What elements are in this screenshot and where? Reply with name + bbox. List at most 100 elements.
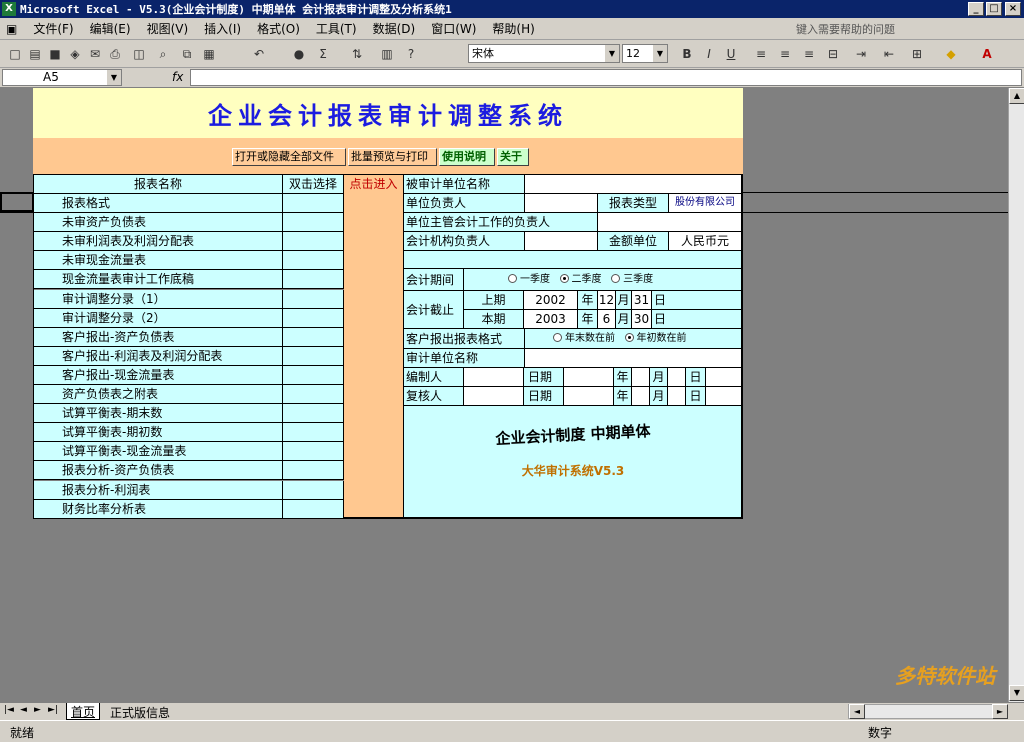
- report-item[interactable]: 客户报出-利润表及利润分配表: [34, 347, 283, 366]
- scroll-left-icon[interactable]: ◄: [849, 704, 865, 719]
- rev-month-input[interactable]: [632, 387, 650, 406]
- radio-selected-icon[interactable]: [559, 274, 569, 283]
- unit-head-input[interactable]: [525, 194, 598, 213]
- preparer-input[interactable]: [464, 368, 524, 387]
- paste-icon[interactable]: ▦: [200, 45, 218, 63]
- report-select-cell[interactable]: [283, 500, 344, 519]
- radio-icon[interactable]: [611, 274, 621, 283]
- function-icon[interactable]: fx: [172, 70, 183, 84]
- maximize-button[interactable]: □: [986, 2, 1002, 16]
- report-select-cell[interactable]: [283, 423, 344, 442]
- menu-insert[interactable]: 插入(I): [196, 20, 249, 37]
- italic-button[interactable]: I: [700, 45, 718, 63]
- report-item[interactable]: 客户报出-资产负债表: [34, 328, 283, 347]
- acct-head-input[interactable]: [525, 232, 598, 251]
- report-item[interactable]: 审计调整分录（2）: [34, 309, 283, 328]
- font-name-select[interactable]: 宋体 ▼: [468, 44, 620, 63]
- report-item[interactable]: 试算平衡表-现金流量表: [34, 442, 283, 461]
- cur-year[interactable]: 2003: [524, 310, 578, 329]
- report-select-cell[interactable]: [283, 194, 344, 213]
- email-icon[interactable]: ✉: [86, 45, 104, 63]
- horizontal-scrollbar[interactable]: ◄ ►: [848, 704, 1008, 719]
- chevron-down-icon[interactable]: ▼: [653, 45, 667, 62]
- tab-official-info[interactable]: 正式版信息: [106, 704, 174, 721]
- report-select-cell[interactable]: [283, 328, 344, 347]
- menu-data[interactable]: 数据(D): [365, 20, 424, 37]
- radio-selected-icon[interactable]: [624, 333, 634, 342]
- active-cell[interactable]: [0, 192, 34, 212]
- close-button[interactable]: ×: [1005, 2, 1021, 16]
- align-right-icon[interactable]: ≡: [800, 45, 818, 63]
- prep-month-input[interactable]: [632, 368, 650, 387]
- report-select-cell[interactable]: [283, 481, 344, 500]
- save-icon[interactable]: ■: [46, 45, 64, 63]
- font-size-select[interactable]: 12 ▼: [622, 44, 668, 63]
- header-click-enter[interactable]: 点击进入: [344, 175, 404, 518]
- tab-home[interactable]: 首页: [66, 703, 101, 720]
- report-select-cell[interactable]: [283, 251, 344, 270]
- report-item[interactable]: 报表分析-利润表: [34, 481, 283, 500]
- chevron-down-icon[interactable]: ▼: [107, 70, 121, 85]
- excel-app-icon[interactable]: X: [2, 2, 16, 16]
- radio-q2[interactable]: 二季度: [559, 274, 602, 285]
- chevron-down-icon[interactable]: ▼: [605, 45, 619, 62]
- radio-q1[interactable]: 一季度: [508, 274, 550, 285]
- scroll-down-icon[interactable]: ▼: [1009, 685, 1024, 701]
- help-search-input[interactable]: 键入需要帮助的问题: [796, 21, 966, 37]
- underline-button[interactable]: U: [722, 45, 740, 63]
- print-preview-icon[interactable]: ◫: [130, 45, 148, 63]
- report-select-cell[interactable]: [283, 347, 344, 366]
- tab-first-icon[interactable]: |◄: [4, 705, 14, 715]
- menu-format[interactable]: 格式(O): [249, 20, 308, 37]
- report-item[interactable]: 报表分析-资产负债表: [34, 461, 283, 480]
- outdent-icon[interactable]: ⇤: [880, 45, 898, 63]
- undo-icon[interactable]: ↶: [250, 45, 268, 63]
- new-icon[interactable]: □: [6, 45, 24, 63]
- menu-tools[interactable]: 工具(T): [308, 20, 365, 37]
- radio-q3[interactable]: 三季度: [611, 274, 653, 285]
- report-select-cell[interactable]: [283, 290, 344, 309]
- report-select-cell[interactable]: [283, 404, 344, 423]
- report-select-cell[interactable]: [283, 213, 344, 232]
- audited-unit-input[interactable]: [525, 175, 742, 194]
- report-select-cell[interactable]: [283, 232, 344, 251]
- vertical-scrollbar[interactable]: ▲ ▼: [1008, 88, 1024, 702]
- auditor-unit-input[interactable]: [525, 349, 742, 368]
- supervisor-input[interactable]: [598, 213, 742, 232]
- report-select-cell[interactable]: [283, 270, 344, 289]
- align-center-icon[interactable]: ≡: [776, 45, 794, 63]
- report-item[interactable]: 客户报出-现金流量表: [34, 366, 283, 385]
- sort-icon[interactable]: ⇅: [348, 45, 366, 63]
- radio-icon[interactable]: [508, 274, 517, 283]
- radio-fmt2[interactable]: 年初数在前: [624, 333, 687, 344]
- menu-file[interactable]: 文件(F): [25, 20, 81, 37]
- menu-window[interactable]: 窗口(W): [423, 20, 484, 37]
- autosum-icon[interactable]: Σ: [314, 45, 332, 63]
- rev-year-input[interactable]: [564, 387, 614, 406]
- report-item[interactable]: 资产负债表之附表: [34, 385, 283, 404]
- report-select-cell[interactable]: [283, 461, 344, 480]
- instructions-button[interactable]: 使用说明: [439, 148, 495, 166]
- batch-print-button[interactable]: 批量预览与打印: [348, 148, 437, 166]
- print-icon[interactable]: ⎙: [106, 45, 124, 63]
- name-box[interactable]: A5 ▼: [2, 69, 122, 86]
- research-icon[interactable]: ⌕: [154, 45, 172, 63]
- tab-next-icon[interactable]: ►: [34, 705, 41, 715]
- amount-unit-value[interactable]: 人民币元: [669, 232, 742, 251]
- report-item[interactable]: 试算平衡表-期末数: [34, 404, 283, 423]
- prev-year[interactable]: 2002: [524, 291, 578, 310]
- scroll-right-icon[interactable]: ►: [992, 704, 1008, 719]
- radio-icon[interactable]: [553, 333, 562, 342]
- tab-prev-icon[interactable]: ◄: [20, 705, 27, 715]
- tab-last-icon[interactable]: ►|: [48, 705, 58, 715]
- menu-help[interactable]: 帮助(H): [484, 20, 542, 37]
- report-item[interactable]: 未审利润表及利润分配表: [34, 232, 283, 251]
- reviewer-input[interactable]: [464, 387, 524, 406]
- formula-input[interactable]: [190, 69, 1022, 86]
- borders-icon[interactable]: ⊞: [908, 45, 926, 63]
- bold-button[interactable]: B: [678, 45, 696, 63]
- rev-day-input[interactable]: [668, 387, 686, 406]
- prep-day-input[interactable]: [668, 368, 686, 387]
- help-icon[interactable]: ?: [402, 45, 420, 63]
- indent-icon[interactable]: ⇥: [852, 45, 870, 63]
